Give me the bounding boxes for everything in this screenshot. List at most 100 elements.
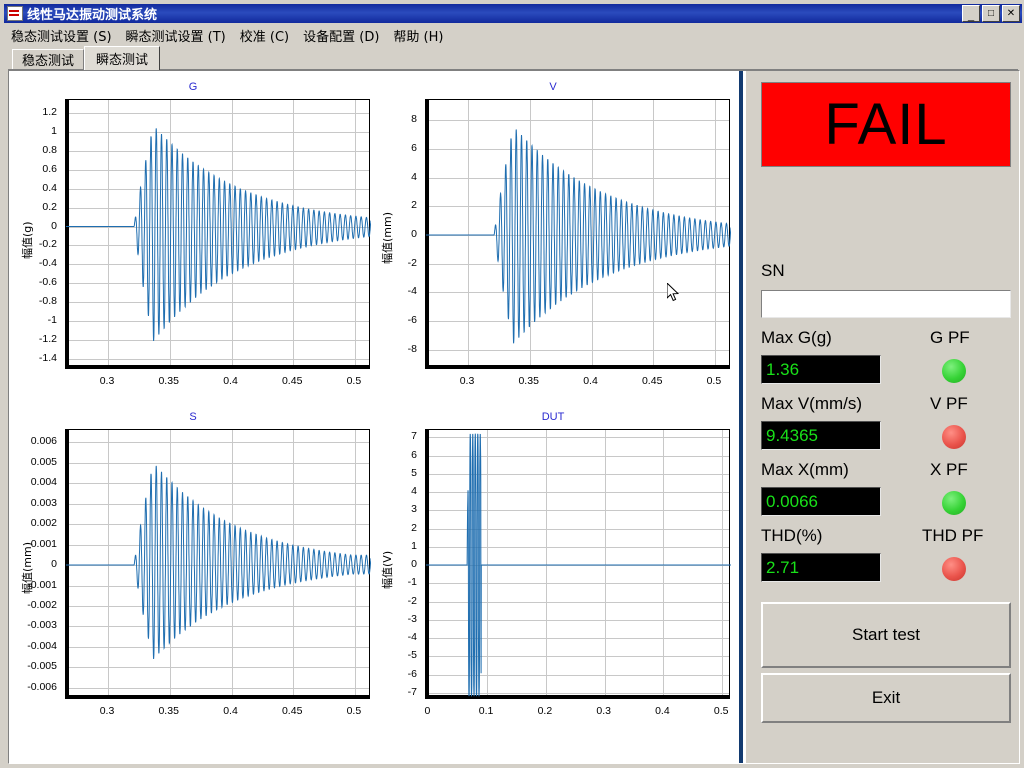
chart-g[interactable]: G幅值(g)1.210.80.60.40.20-0.2-0.4-0.6-0.8-… [9, 79, 377, 399]
xtick-label: 0.35 [518, 375, 538, 387]
pf-led-g [942, 359, 966, 383]
xtick-label: 0.35 [158, 705, 178, 717]
tab-transient-test[interactable]: 瞬态测试 [84, 46, 160, 70]
ytick-label: -0.4 [9, 257, 57, 269]
xtick-label: 0.5 [347, 375, 362, 387]
xtick-label: 0.4 [223, 705, 238, 717]
start-test-button[interactable]: Start test [761, 602, 1011, 668]
ytick-label: 2 [369, 199, 417, 211]
plot-area-s[interactable] [65, 429, 370, 699]
ytick-label: -8 [369, 343, 417, 355]
window-title: 线性马达振动测试系统 [27, 4, 157, 23]
ytick-label: -0.6 [9, 276, 57, 288]
chart-title-s: S [9, 411, 377, 423]
sn-label: SN [761, 261, 785, 281]
ytick-label: 8 [369, 113, 417, 125]
ytick-label: 1.2 [9, 106, 57, 118]
ytick-label: 7 [369, 430, 417, 442]
close-button[interactable]: ✕ [1002, 5, 1020, 22]
metric-label-max-v: Max V(mm/s) [761, 394, 862, 414]
maximize-button[interactable]: □ [982, 5, 1000, 22]
ytick-label: -6 [369, 668, 417, 680]
metric-value-max-x: 0.0066 [766, 492, 818, 512]
metric-value-thd: 2.71 [766, 558, 799, 578]
ytick-label: 0.002 [9, 517, 57, 529]
plot-area-dut[interactable] [425, 429, 730, 699]
ytick-label: 5 [369, 467, 417, 479]
metric-label-max-x: Max X(mm) [761, 460, 849, 480]
xtick-label: 0.2 [538, 705, 553, 717]
chart-v[interactable]: V幅值(mm)86420-2-4-6-80.30.350.40.450.5 [369, 79, 737, 399]
menu-item-calibration[interactable]: 校准 (C) [233, 24, 296, 47]
ytick-label: -0.2 [9, 238, 57, 250]
window-controls: _ □ ✕ [962, 5, 1020, 22]
metric-value-max-v: 9.4365 [766, 426, 818, 446]
xtick-label: 0.1 [479, 705, 494, 717]
xtick-label: 0.35 [158, 375, 178, 387]
ytick-label: -1.2 [9, 333, 57, 345]
xtick-label: 0.45 [282, 705, 302, 717]
xtick-label: 0.3 [460, 375, 475, 387]
charts-pane: G幅值(g)1.210.80.60.40.20-0.2-0.4-0.6-0.8-… [9, 71, 736, 763]
ytick-label: 1 [369, 540, 417, 552]
pf-label-v: V PF [930, 394, 968, 414]
menu-bar: 稳态测试设置 (S) 瞬态测试设置 (T) 校准 (C) 设备配置 (D) 帮助… [4, 25, 1022, 45]
menu-item-help[interactable]: 帮助 (H) [386, 24, 450, 47]
content-area: G幅值(g)1.210.80.60.40.20-0.2-0.4-0.6-0.8-… [8, 70, 1020, 764]
ytick-label: 0.003 [9, 497, 57, 509]
chart-title-v: V [369, 81, 737, 93]
waveform-s [66, 430, 371, 700]
menu-item-device-config[interactable]: 设备配置 (D) [296, 24, 386, 47]
metric-value-max-v-box: 9.4365 [761, 421, 881, 450]
chart-s[interactable]: S幅值(mm)0.0060.0050.0040.0030.0020.0010-0… [9, 409, 377, 729]
ytick-label: 1 [9, 125, 57, 137]
pf-label-x: X PF [930, 460, 968, 480]
menu-item-transient-settings[interactable]: 瞬态测试设置 (T) [119, 24, 233, 47]
waveform-dut [426, 430, 731, 700]
xtick-label: 0 [424, 705, 430, 717]
pf-label-g: G PF [930, 328, 970, 348]
pf-led-x [942, 491, 966, 515]
minimize-icon: _ [963, 6, 979, 21]
xtick-label: 0.5 [714, 705, 729, 717]
chart-dut[interactable]: DUT幅值(V)76543210-1-2-3-4-5-6-700.10.20.3… [369, 409, 737, 729]
metric-label-max-g: Max G(g) [761, 328, 832, 348]
ytick-label: 0 [9, 220, 57, 232]
ytick-label: 0.6 [9, 163, 57, 175]
sn-input[interactable] [761, 290, 1011, 318]
verdict-banner: FAIL [761, 82, 1011, 167]
ytick-label: -0.003 [9, 619, 57, 631]
metric-value-max-g-box: 1.36 [761, 355, 881, 384]
ytick-label: -0.8 [9, 295, 57, 307]
plot-area-v[interactable] [425, 99, 730, 369]
pf-label-thd: THD PF [922, 526, 983, 546]
ytick-label: -3 [369, 613, 417, 625]
verdict-text: FAIL [824, 91, 947, 158]
ytick-label: 0 [369, 228, 417, 240]
pf-led-thd [942, 557, 966, 581]
metric-label-thd: THD(%) [761, 526, 822, 546]
ytick-label: 0.004 [9, 476, 57, 488]
tab-steady-test[interactable]: 稳态测试 [12, 49, 84, 69]
ytick-label: 0.2 [9, 201, 57, 213]
xtick-label: 0.3 [100, 375, 115, 387]
ytick-label: -4 [369, 631, 417, 643]
metric-value-thd-box: 2.71 [761, 553, 881, 582]
plot-area-g[interactable] [65, 99, 370, 369]
pf-led-v [942, 425, 966, 449]
menu-item-steady-settings[interactable]: 稳态测试设置 (S) [4, 24, 119, 47]
exit-button[interactable]: Exit [761, 673, 1011, 723]
xtick-label: 0.3 [596, 705, 611, 717]
xtick-label: 0.4 [223, 375, 238, 387]
minimize-button[interactable]: _ [962, 5, 980, 22]
ytick-label: -2 [369, 257, 417, 269]
ytick-label: 0.8 [9, 144, 57, 156]
ytick-label: -0.001 [9, 579, 57, 591]
ytick-label: 4 [369, 485, 417, 497]
xtick-label: 0.3 [100, 705, 115, 717]
close-icon: ✕ [1003, 6, 1019, 21]
maximize-icon: □ [983, 6, 999, 21]
ytick-label: -0.004 [9, 640, 57, 652]
ytick-label: -0.005 [9, 660, 57, 672]
ytick-label: -6 [369, 314, 417, 326]
